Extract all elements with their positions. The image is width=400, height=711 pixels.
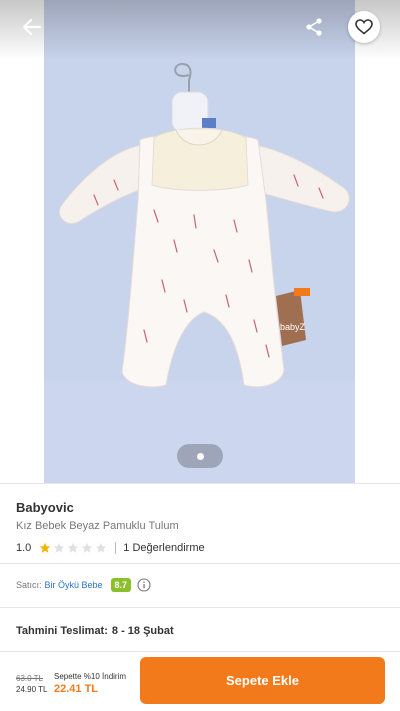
star-empty-icon xyxy=(68,542,79,553)
star-empty-icon xyxy=(54,542,65,553)
share-button[interactable] xyxy=(298,12,330,42)
review-count-link[interactable]: 1 Değerlendirme xyxy=(123,542,204,554)
cart-discount-text: Sepette %10 İndirim xyxy=(54,672,127,681)
image-pager[interactable] xyxy=(177,444,223,468)
divider xyxy=(0,483,400,484)
rating-stars xyxy=(39,542,107,554)
seller-score-badge: 8.7 xyxy=(110,578,132,592)
add-to-cart-button[interactable]: Sepete Ekle xyxy=(140,657,385,704)
product-photo[interactable]: babyZ xyxy=(44,0,355,483)
product-brand[interactable]: Babyovic xyxy=(16,500,74,515)
product-name: Kız Bebek Beyaz Pamuklu Tulum xyxy=(16,520,179,532)
old-price: 63.0 TL xyxy=(16,674,43,683)
cart-discount-price: 22.41 TL xyxy=(54,683,99,695)
delivery-estimate: Tahmini Teslimat: 8 - 18 Şubat xyxy=(16,625,174,637)
star-filled-icon xyxy=(40,542,51,553)
rating-separator xyxy=(115,542,117,554)
delivery-label: Tahmini Teslimat: xyxy=(16,625,108,637)
bottom-purchase-bar: 63.0 TL 24.90 TL Sepette %10 İndirim 22.… xyxy=(0,651,400,711)
seller-name-link[interactable]: Bir Öykü Bebe xyxy=(45,580,103,590)
svg-text:babyZ: babyZ xyxy=(280,322,306,332)
romper-illustration: babyZ xyxy=(44,0,355,483)
delivery-range: 8 - 18 Şubat xyxy=(111,625,174,637)
pager-dot-active xyxy=(196,452,204,460)
heart-outline-icon xyxy=(355,19,373,35)
star-empty-icon xyxy=(82,542,93,553)
seller-row: Satıcı: Bir Öykü Bebe 8.7 xyxy=(16,577,151,593)
seller-label: Satıcı: xyxy=(16,580,42,590)
rating-row[interactable]: 1.0 1 Değerlendirme xyxy=(16,541,205,555)
current-price: 24.90 TL xyxy=(16,685,48,694)
divider xyxy=(0,563,400,564)
star-empty-icon xyxy=(96,542,107,553)
rating-value: 1.0 xyxy=(16,542,32,554)
info-icon[interactable] xyxy=(137,578,151,592)
share-icon xyxy=(306,18,322,36)
arrow-left-icon xyxy=(22,18,42,36)
product-image-gallery[interactable]: babyZ xyxy=(0,0,400,483)
divider xyxy=(0,607,400,608)
favorite-button[interactable] xyxy=(348,11,380,43)
back-button[interactable] xyxy=(14,12,50,42)
